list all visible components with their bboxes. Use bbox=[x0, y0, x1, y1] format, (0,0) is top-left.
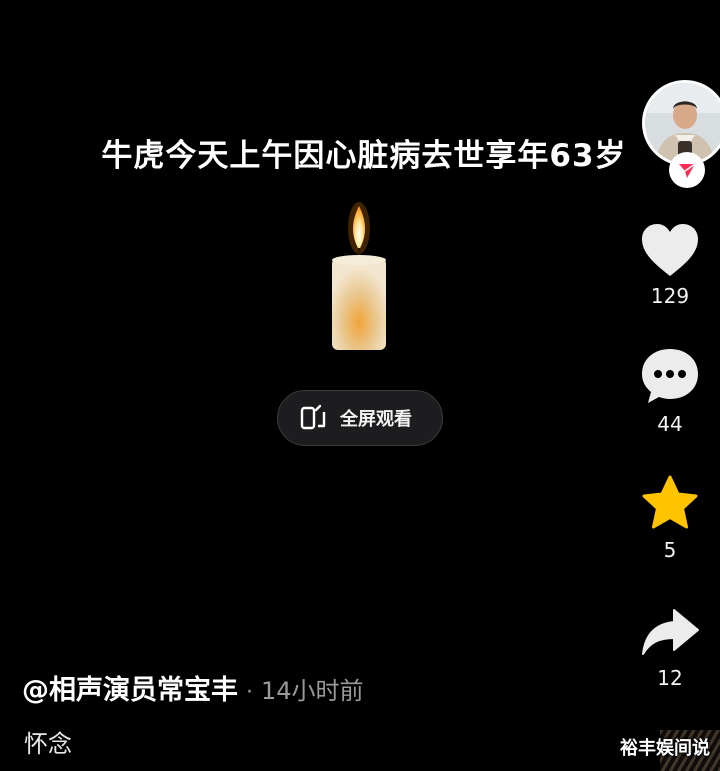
like-count: 129 bbox=[650, 284, 690, 308]
share-arrow-icon bbox=[642, 609, 699, 655]
comment-count: 44 bbox=[657, 412, 683, 436]
author-avatar-group[interactable] bbox=[642, 80, 720, 190]
fullscreen-label: 全屏观看 bbox=[340, 409, 412, 430]
video-title-overlay: 牛虎今天上午因心脏病去世享年63岁 bbox=[101, 138, 627, 174]
share-action[interactable]: 12 bbox=[620, 606, 720, 690]
post-time: 14小时前 bbox=[261, 677, 364, 705]
comment-bubble-icon bbox=[642, 349, 698, 403]
favorite-count: 5 bbox=[663, 538, 677, 562]
rotate-fullscreen-icon bbox=[300, 404, 326, 430]
follow-button[interactable] bbox=[669, 152, 705, 188]
separator-dot: · bbox=[246, 680, 253, 705]
user-avatar-icon bbox=[645, 83, 720, 163]
watermark: 裕丰娱间说 bbox=[620, 738, 710, 759]
author-name[interactable]: @相声演员常宝丰 bbox=[22, 675, 238, 706]
action-sidebar: 129 44 5 12 bbox=[620, 0, 720, 771]
fullscreen-button[interactable]: 全屏观看 bbox=[277, 390, 443, 446]
candle-image bbox=[332, 202, 386, 350]
favorite-action[interactable]: 5 bbox=[620, 474, 720, 562]
like-action[interactable]: 129 bbox=[620, 222, 720, 308]
star-icon bbox=[642, 475, 698, 529]
follow-arrow-icon bbox=[679, 163, 696, 178]
author-line: @相声演员常宝丰 · 14小时前 bbox=[22, 668, 364, 707]
video-player[interactable]: 牛虎今天上午因心脏病去世享年63岁 全屏观看 129 44 5 12 @相声演员… bbox=[0, 0, 720, 771]
share-count: 12 bbox=[657, 666, 683, 690]
comment-action[interactable]: 44 bbox=[620, 346, 720, 436]
heart-icon bbox=[642, 224, 698, 276]
post-caption: 怀念 bbox=[24, 730, 72, 758]
